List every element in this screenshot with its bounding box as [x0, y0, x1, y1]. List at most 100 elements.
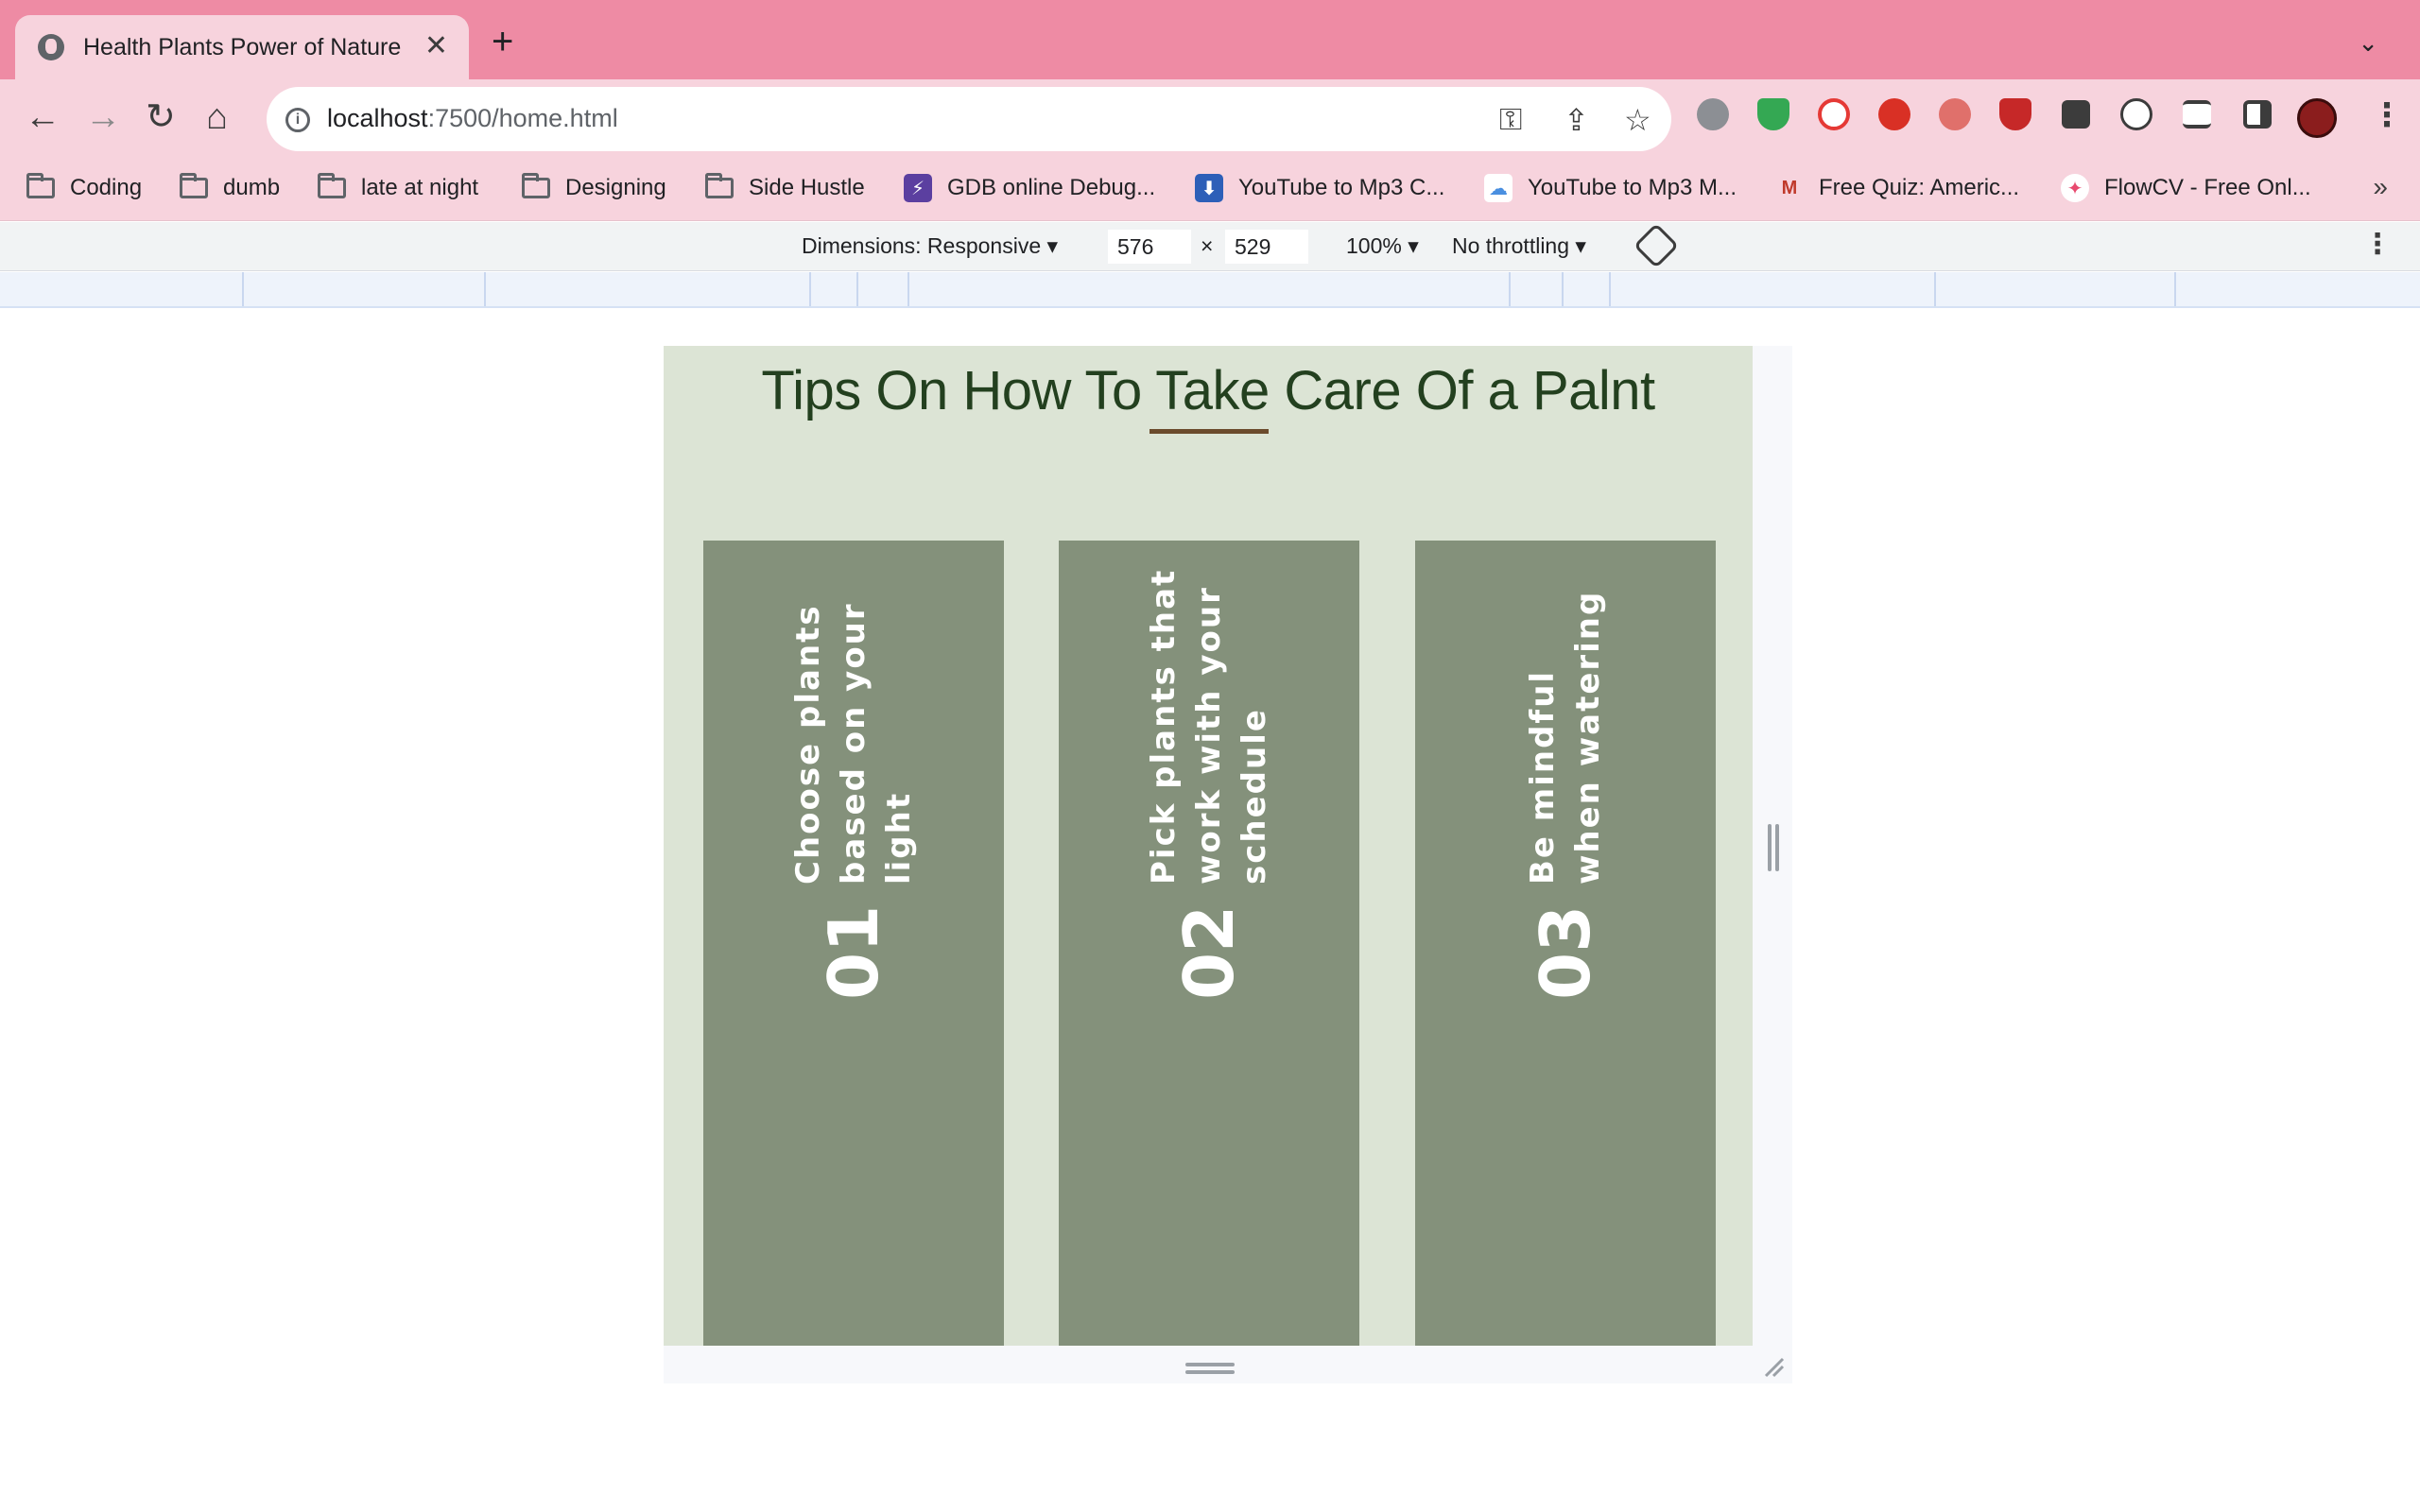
close-tab-icon[interactable]: ✕ [424, 32, 448, 60]
card-content: 01 Choose plants based on your light [735, 546, 972, 1340]
bookmark-label: Free Quiz: Americ... [1819, 175, 2020, 200]
new-tab-button[interactable]: + [492, 23, 513, 60]
bookmarks-bar: Coding dumb late at night Designing Side… [0, 155, 2420, 221]
bookmark-label: Coding [70, 175, 143, 200]
media-query-marker[interactable] [484, 272, 486, 306]
browser-tab[interactable]: Health Plants Power of Nature ✕ [15, 15, 469, 79]
bookmark-item[interactable]: dumb [180, 173, 281, 202]
corner-resize-icon[interactable] [1762, 1355, 1785, 1378]
media-query-marker[interactable] [908, 272, 909, 306]
bookmark-item[interactable]: ☁ YouTube to Mp3 M... [1484, 174, 1737, 202]
reading-list-icon[interactable] [2183, 100, 2211, 129]
media-query-marker[interactable] [809, 272, 811, 306]
bookmark-item[interactable]: M Free Quiz: Americ... [1775, 174, 2019, 202]
media-query-bar [0, 272, 2420, 308]
device-toolbar: Dimensions: Responsive ▾ 576 × 529 100% … [0, 222, 2420, 271]
browser-menu-icon[interactable]: ⋮ [2371, 96, 2403, 134]
tip-card: 01 Choose plants based on your light [703, 541, 1004, 1346]
stop-hand-extension-icon[interactable] [1878, 98, 1910, 130]
blocker-extension-icon[interactable] [1999, 98, 2031, 130]
device-toolbar-menu-icon[interactable]: ⋮ [2363, 228, 2392, 261]
tip-text: Be mindful when watering [1524, 590, 1607, 885]
tip-card: 02 Pick plants that work with your sched… [1059, 541, 1359, 1346]
viewport-height-input[interactable]: 529 [1225, 230, 1308, 264]
quiz-icon: M [1775, 174, 1804, 202]
reload-button[interactable]: ↻ [146, 98, 176, 136]
bookmark-label: Side Hustle [749, 175, 865, 200]
url-path: :7500/home.html [427, 104, 618, 132]
tab-search-chevron-icon[interactable]: ⌄ [2358, 28, 2378, 58]
home-button[interactable]: ⌂ [206, 98, 228, 136]
emulated-page: Tips On How To Take Care Of a Palnt 01 C… [664, 346, 1753, 1346]
bookmark-label: GDB online Debug... [947, 175, 1156, 200]
width-resize-handle-grip[interactable] [1775, 824, 1779, 871]
bookmarks-overflow-button[interactable]: » [2373, 172, 2388, 202]
b-extension-icon[interactable] [1939, 98, 1971, 130]
url-host: localhost [327, 104, 428, 132]
shield-extension-icon[interactable] [1757, 98, 1789, 130]
side-panel-icon[interactable] [2243, 100, 2272, 129]
folder-icon [318, 173, 346, 198]
folder-icon [180, 173, 208, 198]
password-key-icon[interactable]: ⚿ [1499, 102, 1522, 138]
profile-avatar[interactable] [2297, 98, 2337, 138]
bookmark-label: dumb [223, 175, 281, 200]
puzzle-extensions-icon[interactable] [2062, 100, 2090, 129]
tip-number: 02 [1169, 904, 1249, 1000]
card-content: 03 Be mindful when watering [1447, 546, 1684, 1340]
bookmark-item[interactable]: Designing [522, 173, 666, 202]
bookmark-label: FlowCV - Free Onl... [2104, 175, 2311, 200]
bookmark-item[interactable]: ⚡ GDB online Debug... [904, 174, 1155, 202]
share-icon[interactable]: ⇪ [1564, 102, 1589, 138]
media-query-marker[interactable] [242, 272, 244, 306]
media-query-marker[interactable] [2174, 272, 2176, 306]
tab-title: Health Plants Power of Nature [83, 33, 402, 60]
download-icon: ⬇ [1195, 174, 1223, 202]
globe-extension-icon[interactable] [1697, 98, 1729, 130]
folder-icon [522, 173, 550, 198]
bookmark-star-icon[interactable]: ☆ [1624, 102, 1651, 138]
cloud-icon: ☁ [1484, 174, 1512, 202]
url-text[interactable]: localhost:7500/home.html [327, 104, 618, 133]
media-query-marker[interactable] [1562, 272, 1564, 306]
tip-number: 01 [814, 904, 893, 1000]
bookmark-item[interactable]: Coding [26, 173, 143, 202]
bookmark-label: YouTube to Mp3 M... [1528, 175, 1737, 200]
viewport-width-input[interactable]: 576 [1108, 230, 1191, 264]
bookmark-label: YouTube to Mp3 C... [1238, 175, 1445, 200]
address-bar[interactable]: i localhost:7500/home.html ⚿ ⇪ ☆ [267, 87, 1671, 151]
width-resize-handle[interactable] [1768, 824, 1772, 871]
globe-icon [38, 34, 64, 60]
back-button[interactable]: ← [25, 98, 60, 136]
tab-strip: Health Plants Power of Nature ✕ + ⌄ [0, 0, 2420, 79]
site-info-icon[interactable]: i [285, 108, 310, 132]
rotate-icon[interactable] [1633, 222, 1680, 269]
record-extension-icon[interactable] [1818, 98, 1850, 130]
browser-toolbar: ← → ↻ ⌂ i localhost:7500/home.html ⚿ ⇪ ☆ [0, 79, 2420, 155]
height-resize-handle[interactable] [1185, 1363, 1235, 1366]
tip-number: 03 [1526, 904, 1605, 1000]
bolt-extension-icon[interactable] [2120, 98, 2152, 130]
dimensions-dropdown[interactable]: Dimensions: Responsive ▾ [802, 233, 1058, 259]
dimension-separator: × [1201, 233, 1214, 258]
bookmark-item[interactable]: late at night [318, 173, 479, 202]
card-content: 02 Pick plants that work with your sched… [1091, 546, 1327, 1340]
bookmark-item[interactable]: ✦ FlowCV - Free Onl... [2061, 174, 2311, 202]
throttling-dropdown[interactable]: No throttling ▾ [1452, 233, 1586, 259]
zoom-dropdown[interactable]: 100% ▾ [1346, 233, 1419, 259]
gdb-icon: ⚡ [904, 174, 932, 202]
media-query-marker[interactable] [1934, 272, 1936, 306]
tip-card: 03 Be mindful when watering [1415, 541, 1716, 1346]
bookmark-item[interactable]: ⬇ YouTube to Mp3 C... [1195, 174, 1444, 202]
tip-text: Choose plants based on your light [789, 602, 918, 885]
media-query-marker[interactable] [856, 272, 858, 306]
forward-button[interactable]: → [85, 98, 121, 136]
bookmark-label: late at night [361, 175, 479, 200]
folder-icon [26, 173, 55, 198]
media-query-marker[interactable] [1609, 272, 1611, 306]
media-query-marker[interactable] [1509, 272, 1511, 306]
bookmark-label: Designing [565, 175, 666, 200]
title-underline [1150, 429, 1269, 434]
bookmark-item[interactable]: Side Hustle [705, 173, 865, 202]
tip-text: Pick plants that work with your schedule [1145, 568, 1273, 885]
